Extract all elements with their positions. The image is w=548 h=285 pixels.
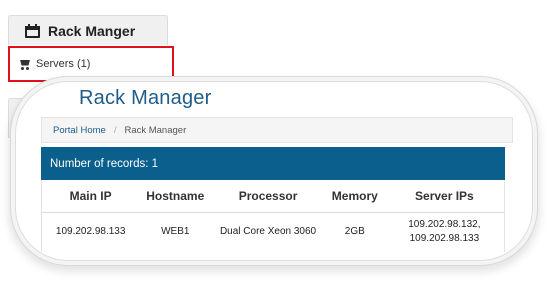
magnifier-callout: Rack Manager Portal Home / Rack Manager … bbox=[10, 76, 538, 266]
cell-main-ip: 109.202.98.133 bbox=[55, 226, 126, 238]
breadcrumb-separator: / bbox=[113, 124, 117, 136]
breadcrumb-current: Rack Manager bbox=[124, 124, 187, 136]
sidebar-item-label: Servers (1) bbox=[36, 58, 91, 70]
cell-server-ips: 109.202.98.132, 109.202.98.133 bbox=[385, 212, 505, 252]
table-header-row: Main IP Hostname Processor Memory Server… bbox=[41, 180, 505, 213]
column-header-hostname[interactable]: Hostname bbox=[139, 180, 212, 213]
panel-title: Rack Manger bbox=[48, 22, 136, 39]
calendar-icon bbox=[25, 23, 40, 38]
records-count-bar: Number of records: 1 bbox=[41, 147, 505, 180]
column-header-processor[interactable]: Processor bbox=[211, 180, 325, 213]
column-header-server-ips[interactable]: Server IPs bbox=[384, 180, 505, 213]
cell-hostname: WEB1 bbox=[161, 226, 190, 238]
column-header-memory[interactable]: Memory bbox=[324, 180, 385, 213]
rack-manger-panel-header: Rack Manger bbox=[8, 15, 168, 45]
table-row[interactable]: 109.202.98.133 WEB1 Dual Core Xeon 3060 … bbox=[42, 212, 505, 252]
server-ip: 109.202.98.133 bbox=[409, 233, 480, 245]
cell-processor: Dual Core Xeon 3060 bbox=[219, 226, 317, 238]
servers-table: Main IP Hostname Processor Memory Server… bbox=[41, 180, 505, 252]
breadcrumb-portal-home[interactable]: Portal Home bbox=[53, 125, 106, 136]
cell-memory: 2GB bbox=[344, 226, 365, 238]
shopping-cart-icon bbox=[19, 59, 30, 70]
server-ip: 109.202.98.132, bbox=[408, 219, 481, 231]
page-title: Rack Manager bbox=[79, 87, 212, 109]
breadcrumb: Portal Home / Rack Manager bbox=[41, 117, 513, 143]
column-header-main-ip[interactable]: Main IP bbox=[41, 180, 140, 213]
